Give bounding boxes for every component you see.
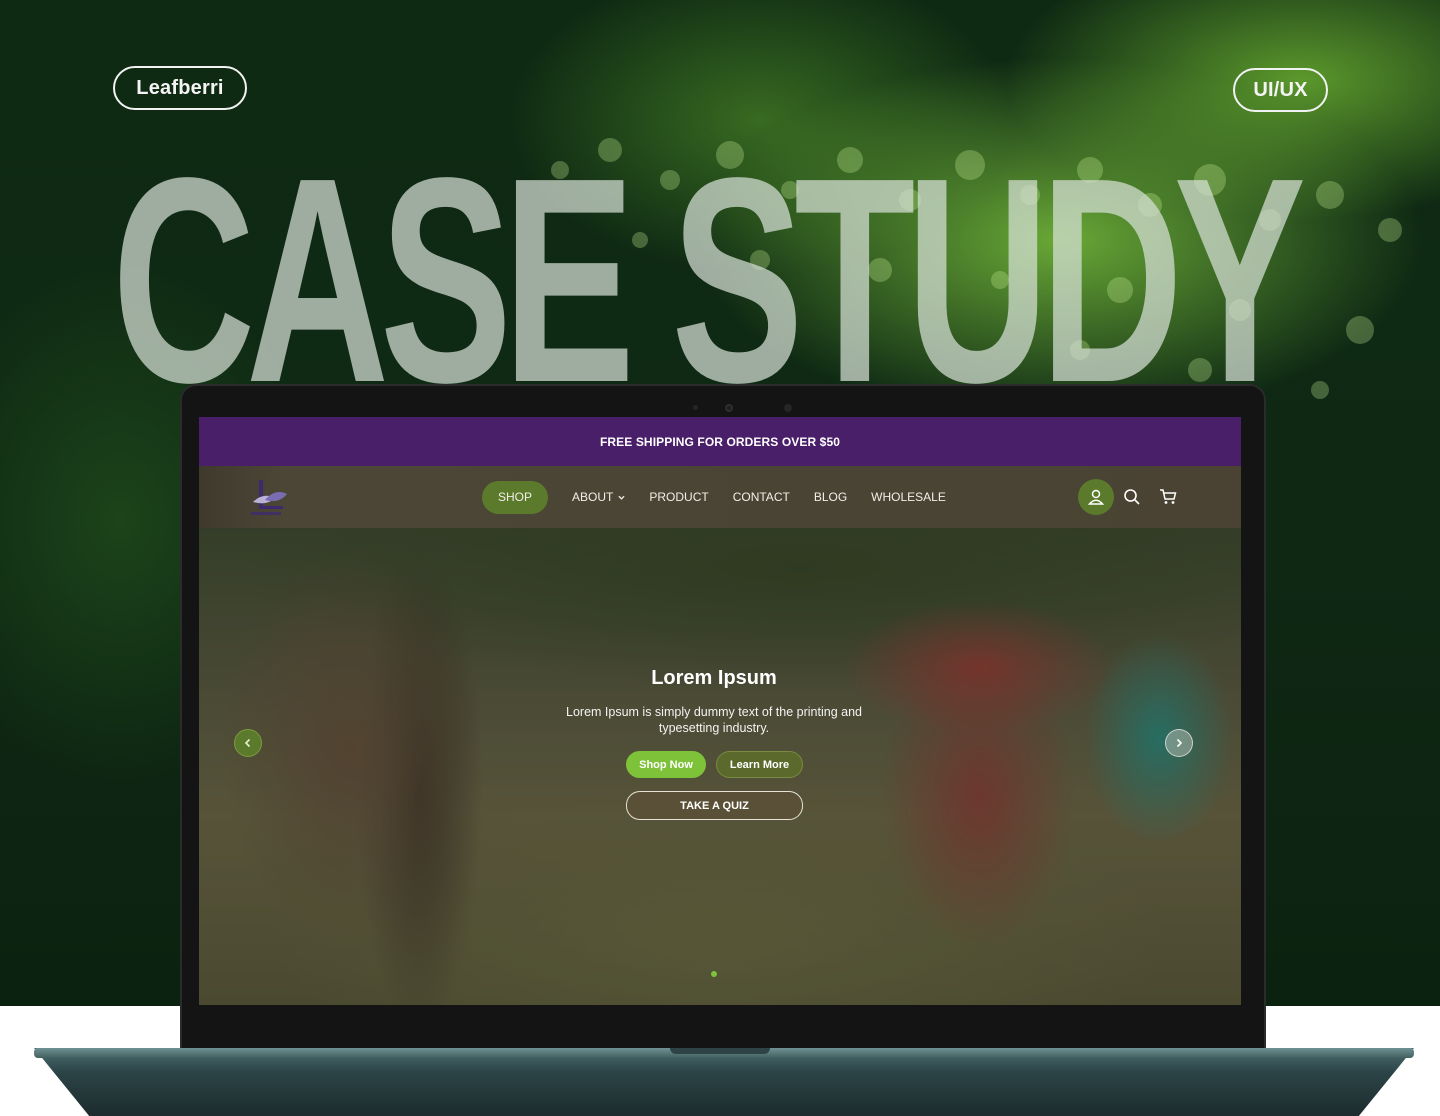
nav-icons [1078, 466, 1186, 528]
sensor-dot [784, 404, 792, 412]
nav-item-label: ABOUT [572, 490, 614, 504]
leafberri-logo [251, 480, 287, 515]
brand-pill: Leafberri [113, 66, 247, 110]
user-icon [1087, 489, 1105, 505]
nav-links: SHOP ABOUT PRODUCT CONTACT BLOG WHOLESAL… [482, 466, 970, 528]
shop-now-button[interactable]: Shop Now [626, 751, 706, 778]
chevron-left-icon [244, 738, 251, 748]
cart-icon [1160, 489, 1177, 504]
sensor-dot [693, 405, 698, 410]
next-slide-button[interactable] [1165, 729, 1193, 757]
category-tag-pill: UI/UX [1233, 68, 1328, 112]
hero-subtitle: Lorem Ipsum is simply dummy text of the … [566, 705, 862, 735]
site-navbar: SHOP ABOUT PRODUCT CONTACT BLOG WHOLESAL… [199, 466, 1241, 528]
nav-item-product[interactable]: PRODUCT [649, 490, 708, 504]
search-button[interactable] [1114, 479, 1150, 515]
hero-slider: Lorem Ipsum Lorem Ipsum is simply dummy … [199, 528, 1241, 1005]
chevron-right-icon [1176, 738, 1183, 748]
laptop-screen: FREE SHIPPING FOR ORDERS OVER $50 SHOP A… [199, 417, 1241, 1005]
promo-banner: FREE SHIPPING FOR ORDERS OVER $50 [199, 417, 1241, 466]
nav-item-about[interactable]: ABOUT [572, 490, 625, 504]
camera-icon [725, 404, 733, 412]
hero-content: Lorem Ipsum Lorem Ipsum is simply dummy … [199, 528, 1241, 1005]
prev-slide-button[interactable] [234, 729, 262, 757]
nav-item-contact[interactable]: CONTACT [733, 490, 790, 504]
laptop-notch [670, 1048, 770, 1054]
slide-indicator-dot[interactable] [711, 971, 717, 977]
nav-item-blog[interactable]: BLOG [814, 490, 847, 504]
search-icon [1124, 489, 1140, 505]
take-quiz-button[interactable]: TAKE A QUIZ [626, 791, 803, 820]
nav-item-wholesale[interactable]: WHOLESALE [871, 490, 946, 504]
hero-title: Lorem Ipsum [651, 667, 777, 689]
learn-more-button[interactable]: Learn More [716, 751, 803, 778]
cart-button[interactable] [1150, 479, 1186, 515]
account-button[interactable] [1078, 479, 1114, 515]
nav-item-shop[interactable]: SHOP [482, 480, 549, 514]
chevron-down-icon [618, 495, 625, 500]
case-study-headline: CASE STUDY [112, 117, 1306, 443]
laptop-base [34, 1048, 1414, 1116]
